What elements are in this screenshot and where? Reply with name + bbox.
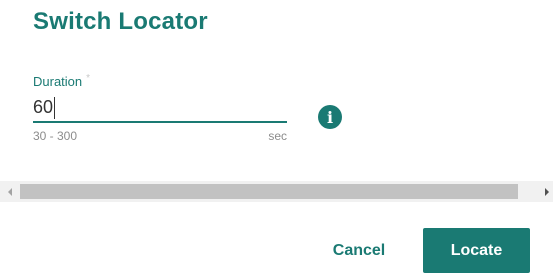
info-glyph: i bbox=[326, 107, 334, 127]
horizontal-scrollbar[interactable] bbox=[0, 181, 553, 202]
duration-field: Duration * 30 - 300 sec bbox=[33, 73, 287, 143]
duration-input[interactable] bbox=[33, 95, 287, 119]
scroll-left-arrow-icon[interactable] bbox=[8, 188, 12, 196]
duration-range-hint: 30 - 300 bbox=[33, 129, 78, 143]
duration-label: Duration * bbox=[33, 73, 287, 89]
cancel-button[interactable]: Cancel bbox=[311, 228, 407, 273]
dialog-title: Switch Locator bbox=[33, 8, 208, 35]
scrollbar-thumb[interactable] bbox=[20, 184, 518, 199]
duration-unit: sec bbox=[268, 129, 287, 143]
duration-hint: 30 - 300 sec bbox=[33, 129, 287, 143]
duration-input-wrapper bbox=[33, 95, 287, 123]
duration-label-text: Duration bbox=[33, 74, 83, 89]
locate-button[interactable]: Locate bbox=[423, 228, 530, 273]
required-marker: * bbox=[86, 73, 91, 84]
scroll-right-arrow-icon[interactable] bbox=[545, 188, 549, 196]
info-icon[interactable]: i bbox=[318, 105, 342, 129]
text-caret bbox=[54, 97, 56, 119]
